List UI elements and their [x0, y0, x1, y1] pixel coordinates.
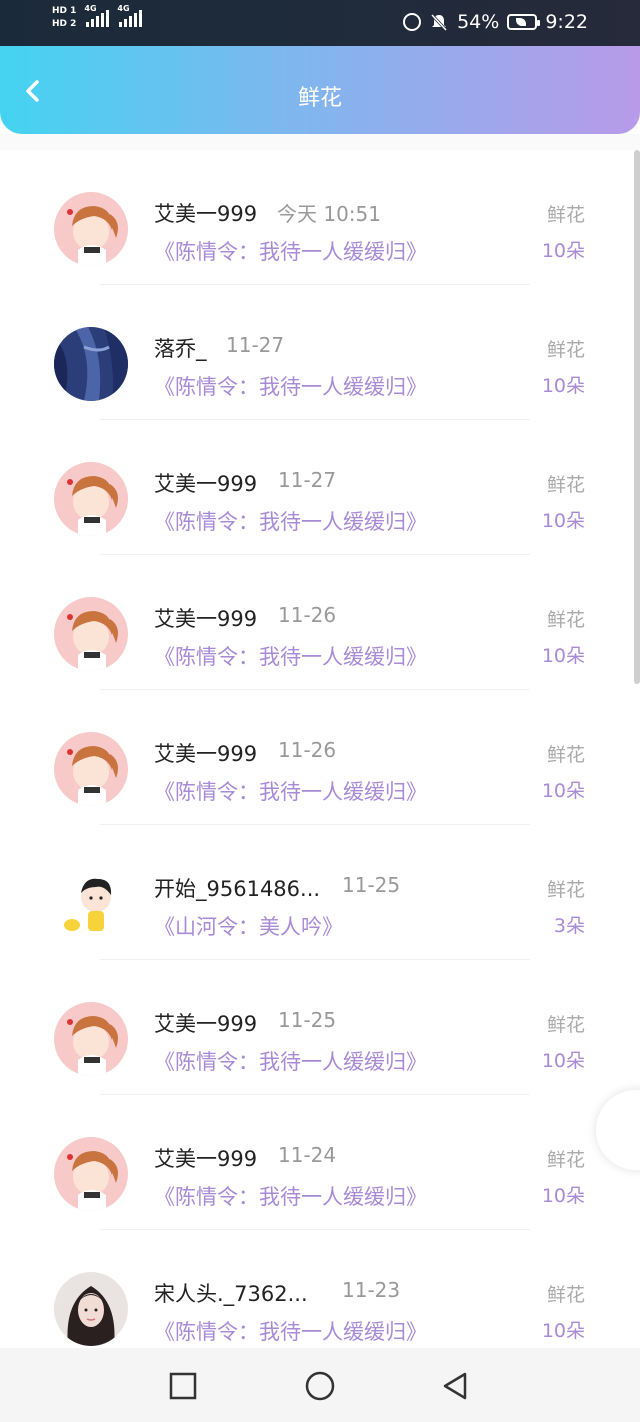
timestamp: 今天 10:51: [277, 202, 381, 226]
timestamp: 11-27: [226, 333, 285, 357]
avatar[interactable]: [54, 597, 128, 671]
list-item[interactable]: 艾美一999 11-27 《陈情令：我待一人缓缓归》 鲜花 10朵: [0, 420, 630, 555]
recent-apps-button[interactable]: [167, 1370, 199, 1402]
work-title-link[interactable]: 《陈情令：我待一人缓缓归》: [154, 1181, 427, 1211]
gift-type-label: 鲜花: [546, 609, 585, 631]
gift-count: 10朵: [541, 645, 585, 667]
gift-type-label: 鲜花: [546, 744, 585, 766]
user-name[interactable]: 艾美一999: [154, 1143, 257, 1173]
avatar[interactable]: [54, 462, 128, 536]
sim1-label: HD 1: [52, 6, 77, 16]
timestamp: 11-25: [278, 1008, 337, 1032]
user-name[interactable]: 落乔_: [154, 333, 207, 363]
work-title-link[interactable]: 《陈情令：我待一人缓缓归》: [154, 506, 427, 536]
work-title-link[interactable]: 《陈情令：我待一人缓缓归》: [154, 1046, 427, 1076]
gift-type-label: 鲜花: [546, 204, 585, 226]
mute-icon: [430, 13, 448, 32]
list-item[interactable]: 艾美一999 今天 10:51 《陈情令：我待一人缓缓归》 鲜花 10朵: [0, 150, 630, 285]
timestamp: 11-25: [342, 873, 401, 897]
user-name[interactable]: 艾美一999: [154, 738, 257, 768]
work-title-link[interactable]: 《陈情令：我待一人缓缓归》: [154, 1316, 427, 1346]
list-item[interactable]: 开始_9561486... 11-25 《山河令：美人吟》 鲜花 3朵: [0, 825, 630, 960]
system-nav-bar: [0, 1348, 640, 1422]
avatar[interactable]: [54, 867, 128, 941]
user-name[interactable]: 宋人头._7362...: [154, 1278, 308, 1308]
timestamp: 11-27: [278, 468, 337, 492]
home-button[interactable]: [304, 1370, 336, 1402]
work-title-link[interactable]: 《陈情令：我待一人缓缓归》: [154, 776, 427, 806]
list-item[interactable]: 宋人头._7362... 11-23 《陈情令：我待一人缓缓归》 鲜花 10朵: [0, 1230, 630, 1348]
timestamp: 11-24: [278, 1143, 337, 1167]
screen: HD 1 HD 2 4G 4G 54% 9:22 鲜花 艾美一999 今天 10…: [0, 0, 640, 1422]
page-title: 鲜花: [297, 86, 342, 111]
gift-count: 10朵: [541, 1050, 585, 1072]
recent-apps-icon: [169, 1372, 197, 1400]
work-title-link[interactable]: 《陈情令：我待一人缓缓归》: [154, 371, 427, 401]
gift-type-label: 鲜花: [546, 1149, 585, 1171]
user-name[interactable]: 艾美一999: [154, 198, 257, 228]
back-triangle-icon: [443, 1372, 467, 1400]
gift-count: 10朵: [541, 510, 585, 532]
network1-label: 4G: [84, 4, 97, 13]
list-top-spacer: [0, 134, 640, 150]
signal-2-icon: 4G: [117, 4, 143, 27]
alarm-icon: [403, 13, 422, 31]
scrollbar[interactable]: [634, 150, 640, 684]
gift-type-label: 鲜花: [546, 339, 585, 361]
avatar[interactable]: [54, 1002, 128, 1076]
timestamp: 11-23: [342, 1278, 401, 1302]
list-item[interactable]: 艾美一999 11-24 《陈情令：我待一人缓缓归》 鲜花 10朵: [0, 1095, 630, 1230]
sim2-label: HD 2: [52, 19, 77, 29]
list-item[interactable]: 艾美一999 11-26 《陈情令：我待一人缓缓归》 鲜花 10朵: [0, 690, 630, 825]
timestamp: 11-26: [278, 738, 337, 762]
avatar[interactable]: [54, 1272, 128, 1346]
header-bar: 鲜花: [0, 46, 640, 134]
network2-label: 4G: [117, 4, 130, 13]
gift-count: 10朵: [541, 375, 585, 397]
avatar[interactable]: [54, 327, 128, 401]
battery-percent: 54%: [457, 11, 500, 33]
gift-count: 10朵: [541, 780, 585, 802]
status-right: 54% 9:22: [403, 11, 588, 33]
list-item[interactable]: 艾美一999 11-25 《陈情令：我待一人缓缓归》 鲜花 10朵: [0, 960, 630, 1095]
list-item[interactable]: 落乔_ 11-27 《陈情令：我待一人缓缓归》 鲜花 10朵: [0, 285, 630, 420]
sim-indicators: HD 1 HD 2: [52, 6, 76, 30]
avatar[interactable]: [54, 1137, 128, 1211]
battery-icon: [507, 14, 541, 30]
gift-count: 10朵: [541, 1320, 585, 1342]
list-item[interactable]: 艾美一999 11-26 《陈情令：我待一人缓缓归》 鲜花 10朵: [0, 555, 630, 690]
gift-type-label: 鲜花: [546, 879, 585, 901]
gift-count: 10朵: [541, 1185, 585, 1207]
clock: 9:22: [545, 11, 588, 33]
work-title-link[interactable]: 《陈情令：我待一人缓缓归》: [154, 236, 427, 266]
avatar[interactable]: [54, 732, 128, 806]
avatar[interactable]: [54, 192, 128, 266]
gift-type-label: 鲜花: [546, 1014, 585, 1036]
signal-1-icon: 4G: [84, 4, 110, 27]
user-name[interactable]: 开始_9561486...: [154, 873, 320, 903]
status-left: HD 1 HD 2 4G 4G: [52, 4, 143, 30]
work-title-link[interactable]: 《山河令：美人吟》: [154, 911, 343, 941]
work-title-link[interactable]: 《陈情令：我待一人缓缓归》: [154, 641, 427, 671]
gift-count: 3朵: [553, 915, 585, 937]
gift-type-label: 鲜花: [546, 1284, 585, 1306]
nav-back-button[interactable]: [440, 1370, 472, 1402]
user-name[interactable]: 艾美一999: [154, 468, 257, 498]
user-name[interactable]: 艾美一999: [154, 603, 257, 633]
timestamp: 11-26: [278, 603, 337, 627]
gift-type-label: 鲜花: [546, 474, 585, 496]
status-bar: HD 1 HD 2 4G 4G 54% 9:22: [0, 0, 640, 46]
gift-count: 10朵: [541, 240, 585, 262]
flower-list: 艾美一999 今天 10:51 《陈情令：我待一人缓缓归》 鲜花 10朵 落乔_ 11-27…: [0, 150, 640, 1348]
user-name[interactable]: 艾美一999: [154, 1008, 257, 1038]
home-icon: [305, 1371, 335, 1401]
